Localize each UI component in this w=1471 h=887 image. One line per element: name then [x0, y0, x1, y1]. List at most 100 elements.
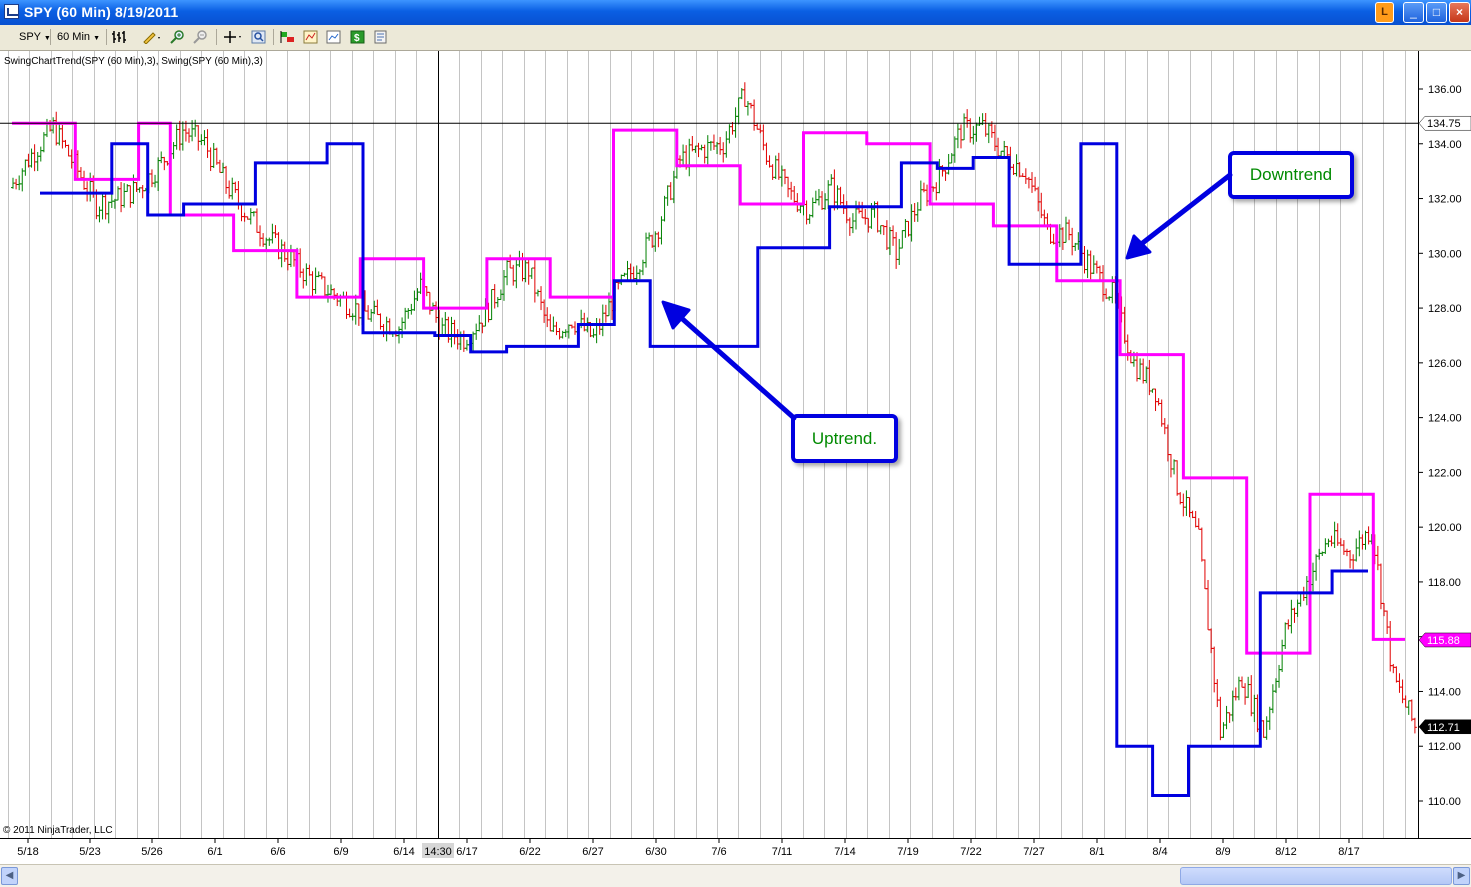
ohlc-bar	[1138, 358, 1143, 380]
price-tick-label: 112.00	[1428, 741, 1461, 753]
time-tick-label: 6/17	[456, 846, 477, 858]
ohlc-bar	[1150, 388, 1155, 393]
chart-trader-icon[interactable]	[326, 30, 341, 44]
ohlc-bar	[1249, 675, 1254, 717]
ohlc-bar	[1382, 602, 1387, 617]
ohlc-bar	[1409, 699, 1414, 722]
scrollbar-thumb[interactable]	[1180, 867, 1452, 885]
ohlc-bar	[109, 192, 114, 208]
ohlc-bar	[625, 260, 630, 282]
ohlc-bar	[122, 183, 127, 208]
ohlc-bar	[224, 165, 229, 194]
ohlc-bar	[1351, 554, 1356, 570]
ohlc-bar	[44, 118, 49, 138]
ohlc-bar	[366, 305, 371, 320]
ohlc-bar	[1243, 683, 1248, 705]
ohlc-bar	[860, 201, 865, 219]
ohlc-bar	[671, 170, 676, 204]
ohlc-bar	[267, 237, 272, 246]
ohlc-bar	[171, 142, 176, 159]
price-chart[interactable]	[0, 51, 1418, 838]
ohlc-bar	[187, 128, 192, 143]
ohlc-bar	[841, 194, 846, 215]
ohlc-bar	[925, 184, 930, 207]
ohlc-bar	[1348, 550, 1353, 569]
ohlc-bar	[313, 267, 318, 294]
instrument-selector[interactable]: SPY ▼	[19, 28, 51, 46]
dollar-icon[interactable]: $	[350, 30, 365, 44]
ohlc-bar	[866, 217, 871, 233]
close-button[interactable]: ×	[1449, 2, 1470, 23]
scroll-right-arrow-icon[interactable]: ▶	[1453, 867, 1470, 885]
ohlc-bar	[149, 169, 154, 188]
ohlc-bar	[532, 260, 537, 303]
ohlc-bar	[288, 244, 293, 268]
ohlc-bar	[758, 124, 763, 134]
price-axis[interactable]: 136.00 134.00 132.00 130.00 128.00 126.00 124.…	[1418, 51, 1471, 838]
properties-icon[interactable]	[373, 30, 388, 44]
ohlc-bar	[573, 321, 577, 335]
ohlc-bar	[85, 181, 90, 202]
order-entry-icon[interactable]	[280, 30, 295, 44]
ohlc-bar	[931, 186, 936, 192]
crosshair-icon[interactable]	[223, 30, 245, 44]
ohlc-bar	[918, 180, 923, 211]
ohlc-bar	[1314, 554, 1319, 581]
downtrend-callout: Downtrend	[1228, 151, 1354, 199]
ohlc-bar	[1280, 639, 1285, 672]
downtrend-callout-text: Downtrend	[1249, 165, 1333, 184]
ohlc-bar	[681, 144, 686, 167]
strategies-icon[interactable]	[303, 30, 318, 44]
ohlc-bar	[520, 252, 525, 282]
chart-toolbar: SPY ▼ 60 Min ▼ $	[0, 25, 1471, 51]
toolbar-separator	[106, 29, 107, 45]
ohlc-bar	[1326, 538, 1331, 548]
ohlc-bar	[838, 186, 843, 205]
ohlc-bar	[884, 220, 889, 251]
time-tick-label: 5/23	[79, 846, 100, 858]
ohlc-bar	[742, 82, 747, 107]
chart-scrollbar[interactable]: ◀ ▶	[0, 864, 1471, 887]
drawing-pencil-icon[interactable]	[142, 30, 162, 45]
price-chart-panel[interactable]	[0, 51, 1418, 838]
ohlc-bar	[1175, 460, 1180, 496]
ohlc-bar	[668, 182, 673, 201]
time-axis[interactable]: 5/18 5/23 5/26 6/1 6/6 6/9 6/14 6/17 6/22 6/27 6/3…	[0, 838, 1471, 864]
ohlc-bar	[690, 135, 695, 152]
ohlc-bar	[622, 272, 627, 277]
ohlc-bar	[1233, 687, 1238, 701]
ohlc-bar	[721, 142, 726, 163]
ohlc-bar	[1063, 216, 1068, 243]
ohlc-bar	[440, 317, 445, 337]
ohlc-bar	[248, 208, 253, 225]
ohlc-bar	[665, 185, 670, 206]
ohlc-bar	[823, 193, 828, 210]
ohlc-bar	[955, 123, 960, 149]
zoom-icon[interactable]	[251, 30, 266, 44]
ohlc-bar	[600, 304, 605, 337]
interval-selector[interactable]: 60 Min ▼	[57, 28, 100, 46]
minimize-button[interactable]: _	[1403, 2, 1424, 23]
ohlc-bar	[418, 272, 423, 295]
ohlc-bar	[514, 259, 519, 289]
ohlc-bar	[174, 124, 179, 150]
ohlc-bar	[1196, 518, 1201, 530]
zoom-out-icon[interactable]	[193, 30, 208, 44]
ohlc-bar	[353, 294, 358, 325]
ohlc-bar	[912, 203, 917, 222]
zoom-in-icon[interactable]	[170, 30, 185, 44]
link-button[interactable]: L	[1375, 2, 1394, 23]
ohlc-bar	[214, 147, 219, 165]
ohlc-bar	[1292, 607, 1297, 623]
scroll-left-arrow-icon[interactable]: ◀	[1, 867, 18, 885]
ohlc-bar	[752, 99, 757, 131]
maximize-button[interactable]: □	[1426, 2, 1447, 23]
ohlc-bar	[508, 254, 513, 269]
ohlc-bar	[1298, 592, 1303, 607]
ohlc-bar	[38, 146, 43, 162]
ohlc-bar	[316, 271, 321, 278]
ohlc-bar	[128, 185, 133, 208]
bar-type-icon[interactable]	[112, 30, 127, 44]
ohlc-bar	[906, 220, 911, 237]
ohlc-bar	[54, 111, 59, 146]
